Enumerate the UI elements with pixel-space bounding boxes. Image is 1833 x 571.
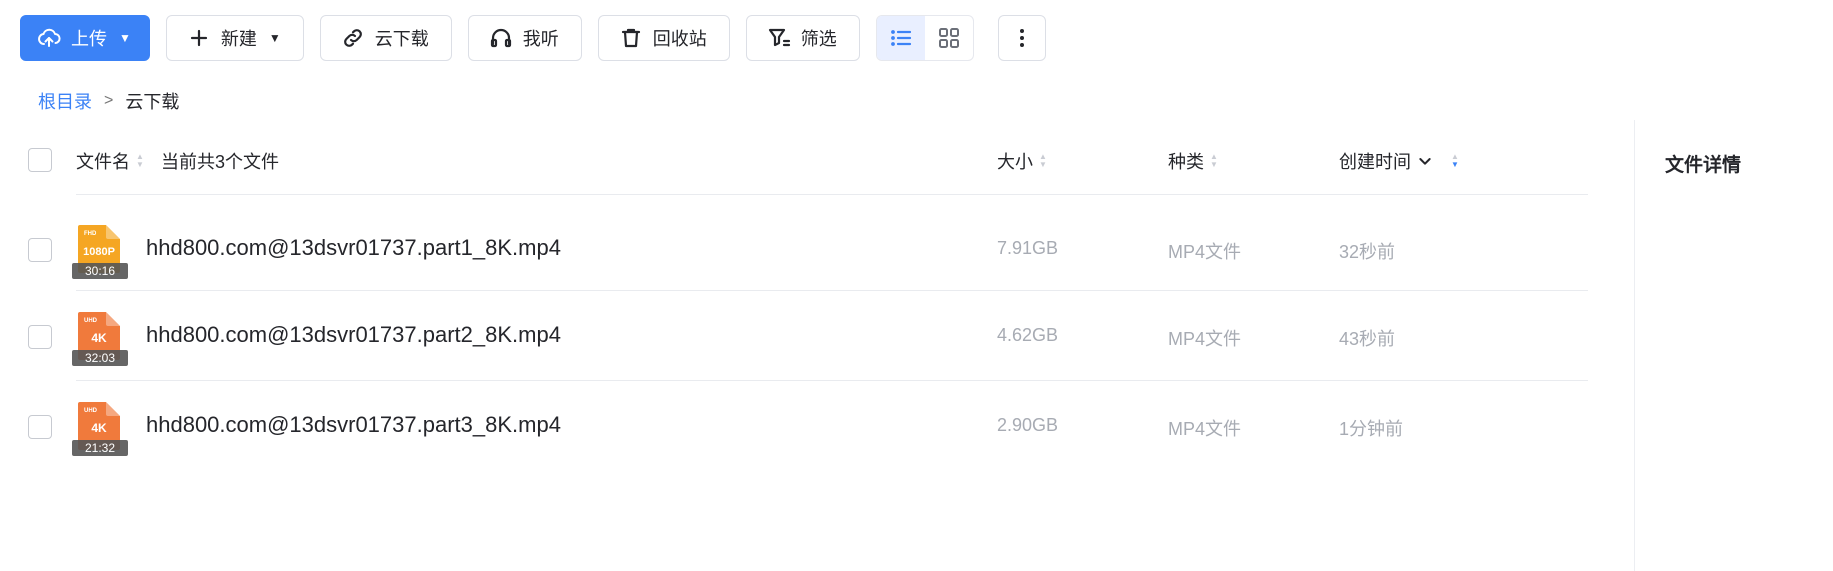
- chevron-down-icon: [1419, 158, 1431, 165]
- sort-icon: ▲ ▼: [1039, 152, 1047, 169]
- grid-view-icon: [938, 28, 959, 48]
- detail-pane-divider: [1634, 120, 1635, 571]
- duration: 30:16: [85, 264, 115, 278]
- duration: 21:32: [85, 441, 115, 455]
- row-divider: [76, 290, 1588, 291]
- list-view-button[interactable]: [876, 16, 925, 60]
- listen-button[interactable]: 我听: [467, 15, 582, 61]
- quality-badge: 1080P: [83, 246, 115, 258]
- quality-badge: 4K: [91, 331, 107, 345]
- sort-icon: ▲ ▼: [1451, 152, 1459, 169]
- trash-icon: [621, 28, 640, 48]
- file-type: MP4文件: [1168, 329, 1242, 349]
- row-divider: [76, 380, 1588, 381]
- toolbar: 上传 ▼ 新建 ▼ 云下载 我听 回收站 筛选: [20, 15, 1046, 61]
- breadcrumb-root[interactable]: 根目录: [38, 88, 92, 114]
- sort-created-header[interactable]: 创建时间 ▲ ▼: [1339, 148, 1459, 174]
- view-toggle: [875, 15, 974, 61]
- upload-label: 上传: [71, 29, 107, 49]
- more-button[interactable]: [997, 15, 1046, 61]
- file-row[interactable]: UHD 4K 21:32 hhd800.com@13dsvr01737.part…: [28, 400, 1588, 490]
- filter-button[interactable]: 筛选: [745, 15, 860, 61]
- file-type: MP4文件: [1168, 419, 1242, 439]
- caret-down-icon: ▼: [268, 31, 281, 45]
- duration: 32:03: [85, 351, 115, 365]
- more-vertical-icon: [1019, 29, 1024, 47]
- file-count-text: 当前共3个文件: [161, 152, 280, 172]
- upload-button[interactable]: 上传 ▼: [20, 15, 150, 61]
- file-name[interactable]: hhd800.com@13dsvr01737.part2_8K.mp4: [146, 322, 561, 348]
- type-column-label: 种类: [1168, 152, 1204, 172]
- sort-size-header[interactable]: 大小 ▲ ▼: [997, 148, 1047, 174]
- filter-icon: [768, 28, 790, 47]
- quality-corner: UHD: [84, 318, 98, 324]
- headphones-icon: [490, 28, 511, 48]
- chevron-right-icon: >: [104, 92, 114, 109]
- video-file-icon: FHD 1080P 30:16: [72, 225, 128, 279]
- listen-label: 我听: [522, 29, 559, 49]
- created-column-label: 创建时间: [1339, 152, 1411, 172]
- name-column-label: 文件名: [76, 152, 130, 172]
- file-type: MP4文件: [1168, 242, 1242, 262]
- row-checkbox[interactable]: [28, 415, 52, 439]
- quality-corner: FHD: [84, 231, 97, 237]
- file-created: 43秒前: [1339, 329, 1396, 349]
- detail-pane-title: 文件详情: [1665, 155, 1742, 176]
- list-view-icon: [890, 30, 911, 46]
- quality-badge: 4K: [91, 421, 107, 435]
- sort-name-header[interactable]: 文件名 ▲ ▼: [76, 148, 144, 174]
- video-file-icon: UHD 4K 21:32: [72, 402, 128, 456]
- breadcrumb: 根目录 > 云下载: [38, 88, 179, 114]
- sort-type-header[interactable]: 种类 ▲ ▼: [1168, 148, 1218, 174]
- list-header: 文件名 ▲ ▼ 当前共3个文件 大小 ▲ ▼ 种类 ▲ ▼ 创建时间 ▲ ▼: [28, 140, 1588, 180]
- grid-view-button[interactable]: [925, 16, 973, 60]
- file-size: 2.90GB: [997, 415, 1059, 435]
- sort-icon: ▲ ▼: [1210, 152, 1218, 169]
- cloud-upload-icon: [38, 28, 61, 47]
- new-button[interactable]: 新建 ▼: [165, 15, 304, 61]
- file-size: 4.62GB: [997, 325, 1059, 345]
- file-size: 7.91GB: [997, 238, 1059, 258]
- new-label: 新建: [220, 29, 257, 49]
- caret-down-icon: ▼: [119, 31, 131, 45]
- sort-icon: ▲ ▼: [136, 152, 144, 169]
- quality-corner: UHD: [84, 408, 98, 414]
- file-count: 当前共3个文件: [161, 148, 279, 174]
- cloud-download-label: 云下载: [374, 29, 429, 49]
- file-created: 32秒前: [1339, 242, 1396, 262]
- header-divider: [76, 194, 1588, 195]
- file-name[interactable]: hhd800.com@13dsvr01737.part1_8K.mp4: [146, 235, 561, 261]
- filter-label: 筛选: [800, 29, 837, 49]
- row-checkbox[interactable]: [28, 325, 52, 349]
- file-row[interactable]: FHD 1080P 30:16 hhd800.com@13dsvr01737.p…: [28, 223, 1588, 313]
- breadcrumb-current: 云下载: [125, 92, 180, 112]
- row-checkbox[interactable]: [28, 238, 52, 262]
- select-all-checkbox[interactable]: [28, 148, 52, 172]
- file-name[interactable]: hhd800.com@13dsvr01737.part3_8K.mp4: [146, 412, 561, 438]
- file-row[interactable]: UHD 4K 32:03 hhd800.com@13dsvr01737.part…: [28, 310, 1588, 400]
- cloud-download-button[interactable]: 云下载: [319, 15, 452, 61]
- recycle-bin-button[interactable]: 回收站: [597, 15, 730, 61]
- link-icon: [343, 29, 362, 47]
- video-file-icon: UHD 4K 32:03: [72, 312, 128, 366]
- file-created: 1分钟前: [1339, 419, 1404, 439]
- recycle-bin-label: 回收站: [652, 29, 707, 49]
- size-column-label: 大小: [997, 152, 1033, 172]
- file-manager: 上传 ▼ 新建 ▼ 云下载 我听 回收站 筛选 根目录 > 云下载 文件名 ▲ …: [0, 0, 1833, 571]
- plus-icon: [190, 29, 207, 47]
